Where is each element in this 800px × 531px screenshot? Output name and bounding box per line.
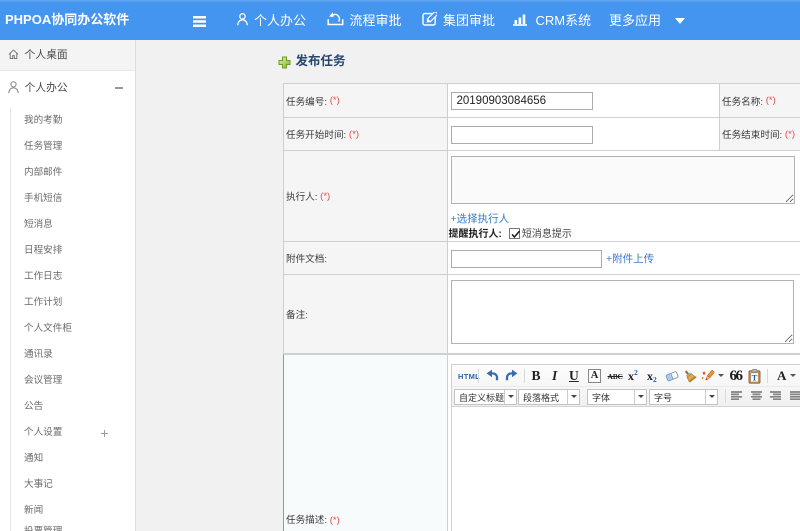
svg-text:T: T <box>751 372 757 382</box>
